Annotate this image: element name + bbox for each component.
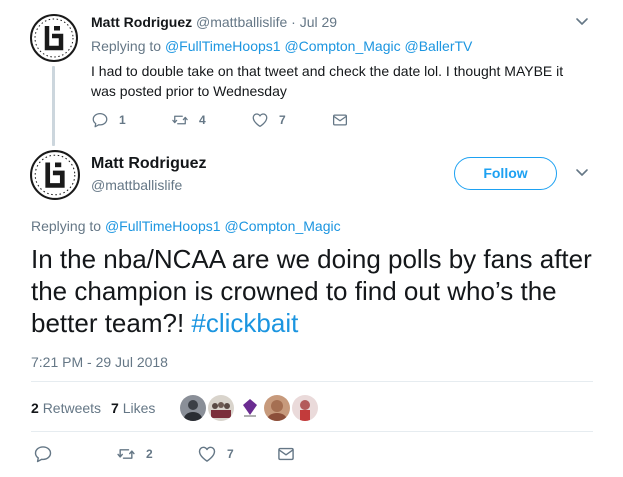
parent-tweet-date[interactable]: Jul 29 — [300, 14, 337, 30]
retweet-count: 2 — [146, 447, 153, 461]
parent-replying-to: Replying to @FullTimeHoops1 @Compton_Mag… — [91, 37, 472, 55]
main-author-name[interactable]: Matt Rodriguez — [91, 154, 207, 174]
retweet-icon — [117, 449, 135, 459]
chevron-down-icon[interactable] — [574, 16, 590, 28]
parent-author-handle[interactable]: @mattballislife — [196, 14, 287, 30]
team-photo-avatar-icon — [208, 395, 234, 421]
parent-tweet-header: Matt Rodriguez @mattballislife · Jul 29 — [91, 13, 337, 31]
retweet-button[interactable]: 4 — [171, 111, 206, 129]
retweet-button[interactable]: 2 — [116, 444, 153, 464]
main-author-avatar[interactable] — [30, 150, 80, 200]
reply-button[interactable] — [33, 444, 53, 464]
person-avatar-icon — [264, 395, 290, 421]
thread-line — [52, 66, 55, 146]
retweets-label: Retweets — [42, 400, 102, 416]
reply-icon — [92, 112, 108, 128]
like-button[interactable]: 7 — [251, 111, 286, 129]
liker-avatar[interactable] — [208, 395, 234, 421]
ballislife-logo-icon — [30, 14, 78, 62]
person-avatar-icon — [292, 395, 318, 421]
envelope-icon — [332, 114, 348, 126]
reply-icon — [34, 446, 52, 463]
envelope-icon — [278, 447, 294, 461]
replying-handles[interactable]: @FullTimeHoops1 @Compton_Magic — [105, 218, 341, 234]
liker-avatar[interactable] — [237, 395, 263, 421]
likes-label: Likes — [122, 400, 156, 416]
liker-avatar[interactable] — [264, 395, 290, 421]
retweets-count: 2 — [31, 400, 39, 416]
follow-button[interactable]: Follow — [454, 157, 557, 190]
divider — [31, 381, 593, 382]
chevron-down-icon[interactable] — [574, 167, 590, 179]
reply-count: 1 — [119, 113, 126, 127]
retweet-count: 4 — [199, 113, 206, 127]
replying-prefix: Replying to — [31, 218, 102, 234]
likes-stat[interactable]: 7 Likes — [111, 400, 155, 416]
parent-tweet-text: I had to double take on that tweet and c… — [91, 63, 564, 99]
main-replying-to: Replying to @FullTimeHoops1 @Compton_Mag… — [31, 217, 341, 235]
main-tweet-text: In the nba/NCAA are we doing polls by fa… — [31, 243, 596, 339]
tweet-timestamp[interactable]: 7:21 PM - 29 Jul 2018 — [31, 353, 168, 371]
hashtag-link[interactable]: #clickbait — [191, 308, 298, 338]
liker-avatar[interactable] — [180, 395, 206, 421]
parent-author-name[interactable]: Matt Rodriguez — [91, 14, 192, 30]
reply-button[interactable]: 1 — [91, 111, 126, 129]
logo-avatar-icon — [237, 395, 263, 421]
direct-message-button[interactable] — [276, 444, 296, 464]
liker-avatar[interactable] — [292, 395, 318, 421]
likes-count: 7 — [111, 400, 119, 416]
tweet-stats: 2 Retweets 7 Likes — [31, 399, 155, 417]
tweet-body: In the nba/NCAA are we doing polls by fa… — [31, 244, 592, 338]
replying-prefix: Replying to — [91, 38, 162, 54]
replying-handles[interactable]: @FullTimeHoops1 @Compton_Magic @BallerTV — [165, 38, 472, 54]
main-author-handle[interactable]: @mattballislife — [91, 176, 182, 194]
like-count: 7 — [227, 447, 234, 461]
divider — [31, 431, 593, 432]
heart-icon — [252, 113, 268, 128]
like-count: 7 — [279, 113, 286, 127]
ballislife-logo-icon — [30, 150, 80, 200]
direct-message-button[interactable] — [331, 111, 349, 129]
retweets-stat[interactable]: 2 Retweets — [31, 400, 101, 416]
person-avatar-icon — [180, 395, 206, 421]
parent-author-avatar[interactable] — [30, 14, 78, 62]
like-button[interactable]: 7 — [197, 444, 234, 464]
header-separator: · — [291, 14, 296, 30]
heart-icon — [198, 446, 216, 462]
retweet-icon — [172, 115, 188, 125]
